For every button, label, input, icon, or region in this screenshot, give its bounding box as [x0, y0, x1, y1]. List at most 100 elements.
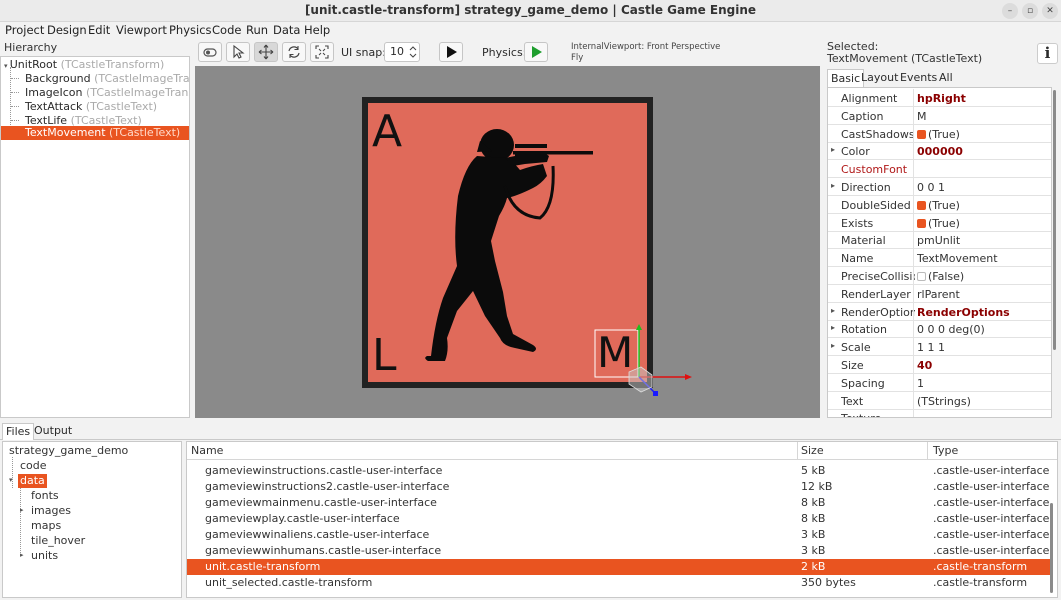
- snap-spin-icon[interactable]: [409, 44, 417, 60]
- property-value[interactable]: rlParent: [917, 288, 1051, 301]
- translate-tool-button[interactable]: [254, 42, 278, 62]
- expand-arrow-icon[interactable]: ▸: [831, 341, 835, 350]
- table-row[interactable]: unit_selected.castle-transform 350 bytes.…: [187, 575, 1051, 591]
- close-button[interactable]: ✕: [1042, 3, 1058, 19]
- property-row-material[interactable]: Material pmUnlit: [828, 231, 1051, 250]
- property-row-doublesided[interactable]: DoubleSided (True): [828, 195, 1051, 214]
- property-value[interactable]: 1 1 1: [917, 341, 1051, 354]
- menu-help[interactable]: Help: [304, 23, 330, 37]
- table-row[interactable]: unit.castle-transform 2 kB .castle-transfo…: [187, 559, 1051, 575]
- tree-item-background[interactable]: Background (TCastleImageTransform): [1, 72, 189, 86]
- menu-code[interactable]: Code: [212, 23, 241, 37]
- expand-arrow-icon[interactable]: ▸: [831, 181, 835, 190]
- folder-images[interactable]: images: [31, 504, 71, 518]
- tree-item-imageicon[interactable]: ImageIcon (TCastleImageTransform): [1, 86, 189, 100]
- tab-output[interactable]: Output: [31, 423, 75, 440]
- menu-physics[interactable]: Physics: [169, 23, 212, 37]
- property-value[interactable]: 000000: [917, 145, 1051, 158]
- property-value[interactable]: RenderOptions: [917, 306, 1051, 319]
- table-row[interactable]: gameviewplay.castle-user-interface 8 kB .c…: [187, 511, 1051, 527]
- property-row-spacing[interactable]: Spacing 1: [828, 373, 1051, 392]
- tree-item-textmovement[interactable]: TextMovement (TCastleText): [1, 126, 189, 140]
- expand-arrow-icon[interactable]: ▾: [9, 476, 13, 484]
- gizmo-z-handle-icon[interactable]: [653, 391, 658, 396]
- collapsed-arrow-icon[interactable]: ▸: [20, 551, 24, 559]
- folder-units[interactable]: units: [31, 549, 58, 563]
- select-tool-button[interactable]: [226, 42, 250, 62]
- property-row-exists[interactable]: Exists (True): [828, 213, 1051, 232]
- property-row-color[interactable]: ▸ Color 000000: [828, 142, 1051, 161]
- toggle-ui-button[interactable]: [198, 42, 222, 62]
- property-row-texture[interactable]: Texture: [828, 409, 1051, 417]
- play-button[interactable]: [439, 42, 463, 62]
- tab-layout[interactable]: Layout: [858, 69, 901, 87]
- table-row[interactable]: gameviewinstructions.castle-user-interfa…: [187, 463, 1051, 479]
- checkbox[interactable]: [917, 200, 926, 210]
- expand-arrow-icon[interactable]: ▸: [831, 306, 835, 315]
- property-value[interactable]: TextMovement: [917, 252, 1051, 265]
- info-button[interactable]: i: [1037, 43, 1058, 64]
- checkbox[interactable]: [917, 272, 926, 281]
- checkbox[interactable]: [917, 218, 926, 228]
- property-value[interactable]: (False): [917, 270, 1051, 283]
- checkbox[interactable]: [917, 129, 926, 139]
- property-value[interactable]: pmUnlit: [917, 234, 1051, 247]
- property-row-size[interactable]: Size 40: [828, 356, 1051, 374]
- files-list-scrollbar[interactable]: [1050, 503, 1053, 593]
- property-value[interactable]: M: [917, 110, 1051, 123]
- table-row[interactable]: gameviewmainmenu.castle-user-interface 8 …: [187, 495, 1051, 511]
- collapsed-arrow-icon[interactable]: ▸: [20, 506, 24, 514]
- rotate-tool-button[interactable]: [282, 42, 306, 62]
- property-row-precisecollisions[interactable]: PreciseCollisions (False): [828, 267, 1051, 285]
- expand-arrow-icon[interactable]: ▸: [831, 145, 835, 154]
- property-row-renderlayer[interactable]: RenderLayer rlParent: [828, 284, 1051, 303]
- scale-tool-button[interactable]: [310, 42, 334, 62]
- property-value[interactable]: (TStrings): [917, 395, 1051, 408]
- property-row-text[interactable]: Text (TStrings): [828, 391, 1051, 410]
- property-value[interactable]: hpRight: [917, 92, 1051, 105]
- tab-all[interactable]: All: [936, 69, 956, 87]
- tree-item-unitroot[interactable]: ▾ UnitRoot (TCastleTransform): [1, 58, 189, 72]
- menu-design[interactable]: Design: [47, 23, 87, 37]
- table-row[interactable]: gameviewwinaliens.castle-user-interface 3…: [187, 527, 1051, 543]
- property-row-caption[interactable]: Caption M: [828, 106, 1051, 125]
- property-value[interactable]: 0 0 0 deg(0): [917, 323, 1051, 336]
- menu-project[interactable]: Project: [5, 23, 44, 37]
- property-value[interactable]: 0 0 1: [917, 181, 1051, 194]
- property-row-alignment[interactable]: Alignment hpRight: [828, 89, 1051, 107]
- property-row-direction[interactable]: ▸ Direction 0 0 1: [828, 178, 1051, 196]
- property-value[interactable]: (True): [917, 128, 1051, 141]
- expand-arrow-icon[interactable]: ▸: [831, 323, 835, 332]
- menu-edit[interactable]: Edit: [88, 23, 110, 37]
- folder-maps[interactable]: maps: [31, 519, 61, 533]
- property-value[interactable]: 40: [917, 359, 1051, 372]
- inspector-scroll-thumb[interactable]: [1053, 90, 1056, 350]
- tree-item-textattack[interactable]: TextAttack (TCastleText): [1, 100, 189, 114]
- physics-play-button[interactable]: [524, 42, 548, 62]
- property-row-renderoptions[interactable]: ▸ RenderOptions RenderOptions: [828, 302, 1051, 321]
- menu-run[interactable]: Run: [246, 23, 268, 37]
- folder-fonts[interactable]: fonts: [31, 489, 59, 503]
- table-row[interactable]: gameviewinstructions2.castle-user-interf…: [187, 479, 1051, 495]
- table-row[interactable]: gameviewwinhumans.castle-user-interface 3…: [187, 543, 1051, 559]
- tab-events[interactable]: Events: [897, 69, 940, 87]
- property-value[interactable]: (True): [917, 217, 1051, 230]
- menu-viewport[interactable]: Viewport: [116, 23, 167, 37]
- property-row-customfont[interactable]: CustomFont: [828, 160, 1051, 179]
- design-viewport[interactable]: A L M: [195, 66, 820, 418]
- folder-tile-hover[interactable]: tile_hover: [31, 534, 85, 548]
- menu-data[interactable]: Data: [273, 23, 300, 37]
- folder-code[interactable]: code: [20, 459, 47, 473]
- property-value[interactable]: 1: [917, 377, 1051, 390]
- gizmo-x-arrow-icon[interactable]: [685, 374, 692, 380]
- property-value[interactable]: (True): [917, 199, 1051, 212]
- property-row-name[interactable]: Name TextMovement: [828, 249, 1051, 268]
- property-row-rotation[interactable]: ▸ Rotation 0 0 0 deg(0): [828, 320, 1051, 339]
- tab-files[interactable]: Files: [2, 423, 35, 440]
- folder-data[interactable]: data: [18, 474, 47, 488]
- minimize-button[interactable]: –: [1002, 3, 1018, 19]
- property-row-scale[interactable]: ▸ Scale 1 1 1: [828, 338, 1051, 357]
- maximize-button[interactable]: ▫: [1022, 3, 1038, 19]
- folder-strategy-game-demo[interactable]: strategy_game_demo: [9, 444, 128, 458]
- property-row-castshadows[interactable]: CastShadows (True): [828, 124, 1051, 143]
